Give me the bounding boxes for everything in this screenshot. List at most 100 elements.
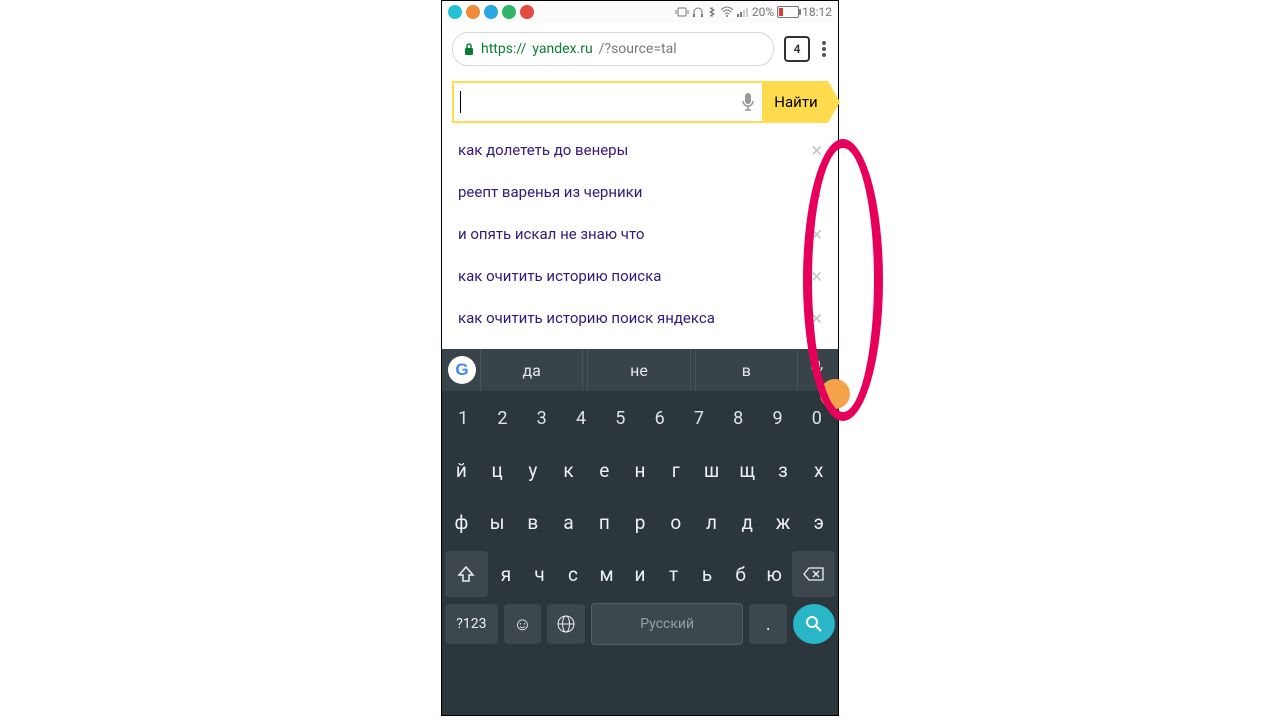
delete-suggestion-icon[interactable]: × bbox=[809, 308, 824, 328]
status-dot-5 bbox=[520, 5, 534, 19]
keyboard-mic-icon[interactable] bbox=[802, 359, 832, 381]
keyboard-row-3: ячсмитьбю bbox=[445, 551, 835, 597]
keyboard-row-2: фывапролджэ bbox=[445, 499, 835, 545]
key-ь[interactable]: ь bbox=[692, 551, 723, 597]
key-ф[interactable]: ф bbox=[445, 499, 478, 545]
status-bar: 20% 18:12 bbox=[442, 1, 838, 23]
search-input[interactable] bbox=[452, 81, 764, 123]
delete-suggestion-icon[interactable]: × bbox=[809, 140, 824, 160]
key-м[interactable]: м bbox=[591, 551, 622, 597]
suggestions-list: как долететь до венеры× реепт варенья из… bbox=[442, 123, 838, 349]
key-ю[interactable]: ю bbox=[759, 551, 790, 597]
key-а[interactable]: а bbox=[552, 499, 585, 545]
delete-suggestion-icon[interactable]: × bbox=[809, 266, 824, 286]
key-2[interactable]: 2 bbox=[484, 395, 520, 441]
search-go-key[interactable] bbox=[793, 604, 835, 644]
key-ч[interactable]: ч bbox=[524, 551, 555, 597]
mic-icon[interactable] bbox=[740, 92, 756, 112]
language-key[interactable] bbox=[547, 604, 585, 644]
emoji-key[interactable]: ☺ bbox=[504, 604, 542, 644]
clock: 18:12 bbox=[802, 5, 832, 19]
google-icon[interactable]: G bbox=[448, 356, 476, 384]
key-к[interactable]: к bbox=[552, 447, 585, 493]
backspace-key[interactable] bbox=[792, 551, 835, 597]
keyboard-row-numbers: 1234567890 bbox=[445, 395, 835, 441]
key-1[interactable]: 1 bbox=[445, 395, 481, 441]
browser-bar: https://yandex.ru/?source=tal 4 bbox=[442, 23, 838, 75]
symbols-key[interactable]: ?123 bbox=[445, 604, 498, 644]
tab-count-button[interactable]: 4 bbox=[784, 36, 810, 62]
period-key[interactable]: . bbox=[749, 604, 787, 644]
delete-suggestion-icon[interactable]: × bbox=[809, 182, 824, 202]
bluetooth-icon bbox=[707, 6, 717, 18]
key-э[interactable]: э bbox=[802, 499, 835, 545]
key-9[interactable]: 9 bbox=[759, 395, 795, 441]
key-щ[interactable]: щ bbox=[731, 447, 764, 493]
key-8[interactable]: 8 bbox=[720, 395, 756, 441]
key-ж[interactable]: ж bbox=[767, 499, 800, 545]
key-5[interactable]: 5 bbox=[602, 395, 638, 441]
status-dot-1 bbox=[448, 5, 462, 19]
vibrate-icon bbox=[675, 7, 689, 17]
suggestion-text: и опять искал не знаю что bbox=[458, 225, 809, 243]
key-н[interactable]: н bbox=[624, 447, 657, 493]
text-cursor bbox=[460, 91, 461, 113]
key-г[interactable]: г bbox=[659, 447, 692, 493]
yandex-search: Найти bbox=[452, 81, 828, 123]
suggestion-row[interactable]: реепт варенья из черники× bbox=[442, 171, 838, 213]
suggestion-row[interactable]: как долететь до венеры× bbox=[442, 129, 838, 171]
key-о[interactable]: о bbox=[659, 499, 692, 545]
wifi-icon bbox=[720, 6, 734, 18]
status-dot-3 bbox=[484, 5, 498, 19]
key-д[interactable]: д bbox=[731, 499, 764, 545]
side-handle[interactable] bbox=[820, 379, 850, 409]
delete-suggestion-icon[interactable]: × bbox=[809, 224, 824, 244]
more-menu-button[interactable] bbox=[820, 41, 828, 57]
status-dot-4 bbox=[502, 5, 516, 19]
key-в[interactable]: в bbox=[516, 499, 549, 545]
key-я[interactable]: я bbox=[491, 551, 522, 597]
key-7[interactable]: 7 bbox=[681, 395, 717, 441]
space-key[interactable]: Русский bbox=[591, 603, 743, 645]
key-6[interactable]: 6 bbox=[641, 395, 677, 441]
suggestion-text: как очитить историю поиска bbox=[458, 267, 809, 285]
key-3[interactable]: 3 bbox=[524, 395, 560, 441]
key-е[interactable]: е bbox=[588, 447, 621, 493]
suggestion-row[interactable]: как очитить историю поиска× bbox=[442, 255, 838, 297]
key-ы[interactable]: ы bbox=[481, 499, 514, 545]
suggestion-row[interactable]: и опять искал не знаю что× bbox=[442, 213, 838, 255]
suggestion-text: как долететь до венеры bbox=[458, 141, 809, 159]
key-б[interactable]: б bbox=[725, 551, 756, 597]
battery-icon bbox=[777, 6, 799, 18]
keyboard: 1234567890 йцукенгшщзх фывапролджэ ячсми… bbox=[442, 391, 838, 715]
suggestion-row[interactable]: как очитить историю поиск яндекса× bbox=[442, 297, 838, 339]
key-с[interactable]: с bbox=[558, 551, 589, 597]
prediction-word[interactable]: не bbox=[587, 349, 690, 391]
phone-frame: 20% 18:12 https://yandex.ru/?source=tal … bbox=[441, 0, 839, 716]
shift-key[interactable] bbox=[445, 551, 488, 597]
prediction-word[interactable]: да bbox=[480, 349, 583, 391]
key-з[interactable]: з bbox=[767, 447, 800, 493]
key-р[interactable]: р bbox=[624, 499, 657, 545]
key-й[interactable]: й bbox=[445, 447, 478, 493]
key-х[interactable]: х bbox=[802, 447, 835, 493]
status-right: 20% 18:12 bbox=[675, 5, 832, 19]
battery-pct: 20% bbox=[752, 5, 774, 19]
search-button[interactable]: Найти bbox=[764, 81, 828, 123]
prediction-word[interactable]: в bbox=[695, 349, 798, 391]
key-ш[interactable]: ш bbox=[695, 447, 728, 493]
key-п[interactable]: п bbox=[588, 499, 621, 545]
key-и[interactable]: и bbox=[625, 551, 656, 597]
suggestion-text: реепт варенья из черники bbox=[458, 183, 809, 201]
key-л[interactable]: л bbox=[695, 499, 728, 545]
key-ц[interactable]: ц bbox=[481, 447, 514, 493]
status-dot-2 bbox=[466, 5, 480, 19]
url-host: yandex.ru bbox=[532, 41, 592, 57]
key-т[interactable]: т bbox=[658, 551, 689, 597]
url-box[interactable]: https://yandex.ru/?source=tal bbox=[452, 32, 774, 66]
key-4[interactable]: 4 bbox=[563, 395, 599, 441]
keyboard-row-1: йцукенгшщзх bbox=[445, 447, 835, 493]
key-у[interactable]: у bbox=[516, 447, 549, 493]
headphones-icon bbox=[692, 6, 704, 18]
url-protocol: https:// bbox=[481, 41, 526, 57]
